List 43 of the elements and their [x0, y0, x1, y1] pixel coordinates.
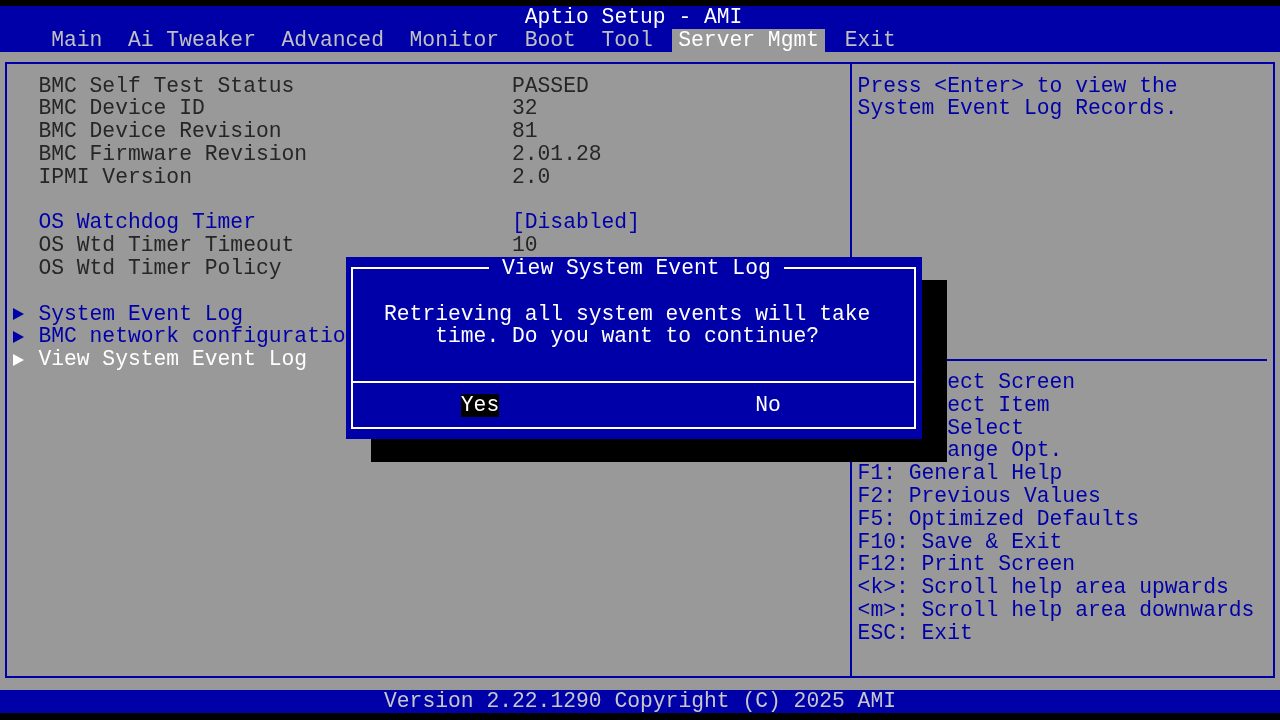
setting-label: BMC Firmware Revision [38, 142, 308, 166]
hotkey-hint: ect Screen [947, 370, 1076, 394]
hotkey-hint: F12: Print Screen [857, 553, 1076, 577]
setting-value[interactable]: [Disabled] [511, 211, 640, 235]
dialog-button[interactable]: Yes [460, 393, 500, 417]
hotkey-hint: <k>: Scroll help area upwards [857, 576, 1229, 599]
hotkey-hint: ESC: Exit [857, 621, 973, 645]
help-text: Press <Enter> to view the System Event Log Records. [857, 74, 1179, 121]
setting-label[interactable]: OS Watchdog Timer [38, 211, 256, 235]
setting-value: 2.01.28 [511, 142, 602, 166]
dialog-title: View System Event Log [502, 256, 771, 280]
hotkey-hint: F5: Optimized Defaults [857, 507, 1140, 531]
hotkey-hint: F10: Save & Exit [857, 530, 1063, 554]
setting-label: BMC Self Test Status [38, 74, 295, 98]
menu-tab[interactable]: Boot [518, 29, 583, 52]
setting-label: BMC Device Revision [38, 120, 282, 143]
menu-tab[interactable]: Main [44, 29, 109, 52]
hotkey-hint: ange Opt. [947, 439, 1063, 463]
hotkey-hint: F2: Previous Values [857, 484, 1101, 508]
hotkey-hint: ect Item [947, 393, 1050, 417]
menu-tab[interactable]: Exit [838, 29, 903, 52]
menu-tab[interactable]: Ai Tweaker [121, 29, 263, 52]
menu-tab[interactable]: Tool [595, 29, 660, 52]
menu-tab[interactable]: Monitor [403, 29, 506, 52]
setting-value: 10 [511, 234, 538, 257]
setting-value: 81 [511, 120, 538, 143]
setting-label: OS Wtd Timer Policy [38, 256, 282, 280]
menu-tab[interactable]: Advanced [275, 29, 391, 52]
submenu-item[interactable]: BMC network configuratio [38, 325, 346, 349]
setting-label: IPMI Version [38, 165, 192, 189]
dialog-message: Retrieving all system events will take time. Do you want to continue? [384, 302, 871, 349]
submenu-item[interactable]: System Event Log [38, 302, 244, 326]
hotkey-hint: <m>: Scroll help area downwards [857, 598, 1255, 622]
window-title: Aptio Setup - AMI [524, 6, 743, 29]
hotkey-hint: Select [947, 416, 1024, 440]
setting-label: OS Wtd Timer Timeout [38, 234, 295, 257]
setting-value: 32 [511, 97, 538, 121]
version-text: Version 2.22.1290 Copyright (C) 2025 AMI [384, 690, 896, 713]
dialog-button[interactable]: No [755, 393, 781, 417]
setting-label: BMC Device ID [38, 97, 205, 121]
setting-value: 2.0 [511, 165, 551, 189]
setting-value: PASSED [511, 74, 589, 98]
hotkey-hint: F1: General Help [857, 462, 1063, 485]
